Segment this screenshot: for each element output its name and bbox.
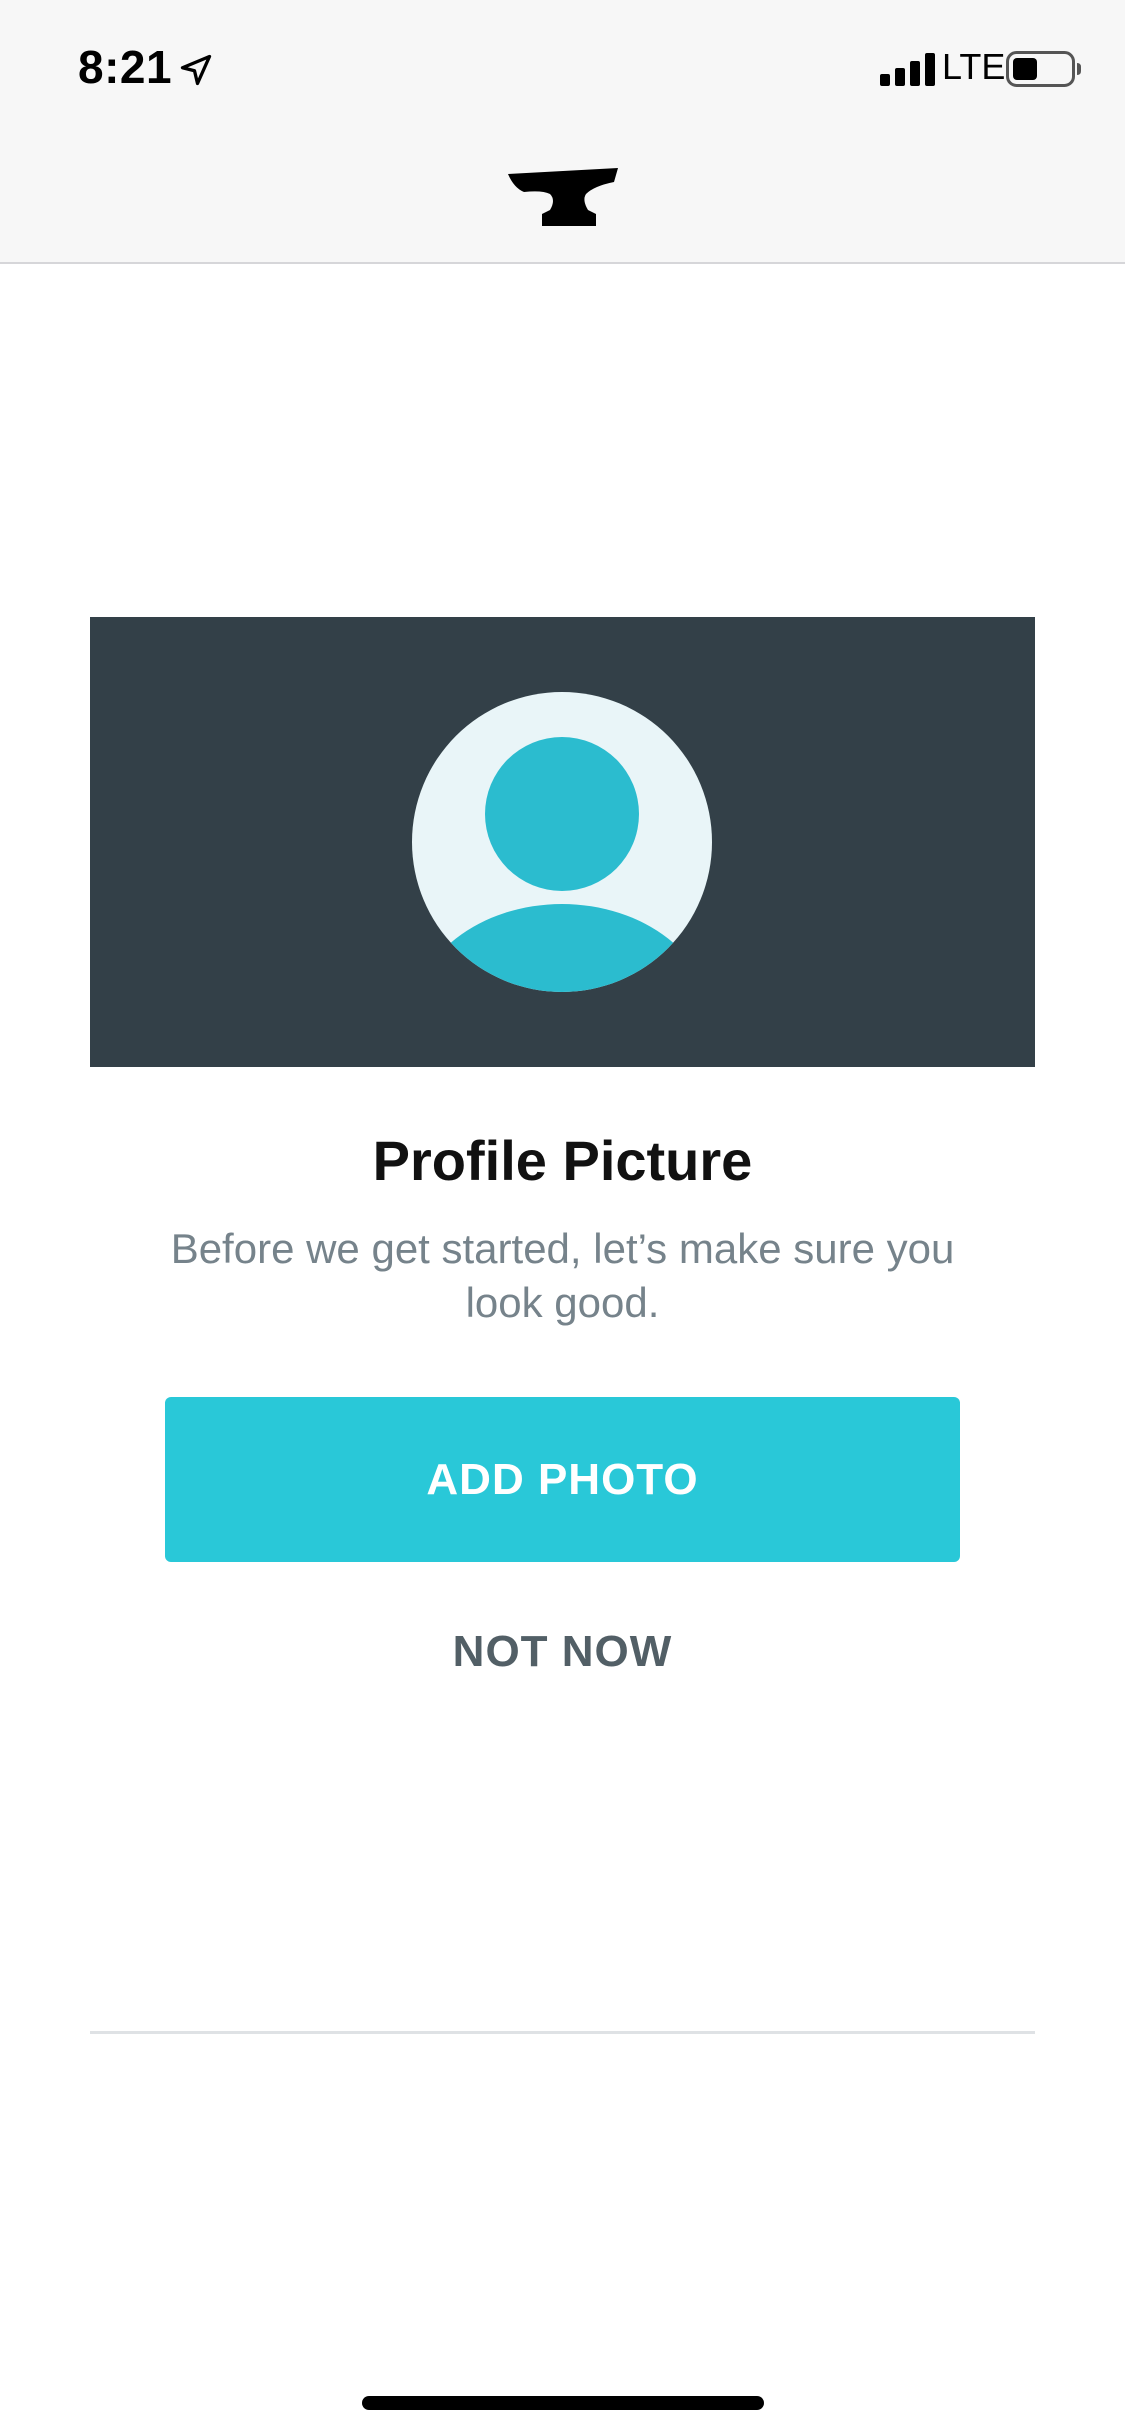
profile-picture-screen: 8:21 LTE Profile Picture Before we get s…	[0, 0, 1125, 2436]
home-indicator[interactable]	[362, 2396, 764, 2410]
add-photo-button[interactable]: ADD PHOTO	[165, 1397, 960, 1562]
avatar-placeholder-icon	[412, 692, 712, 992]
header: 8:21 LTE	[0, 0, 1125, 264]
not-now-button[interactable]: NOT NOW	[360, 1612, 765, 1692]
divider	[90, 2031, 1035, 2034]
network-type-label: LTE	[942, 46, 1006, 87]
location-arrow-icon	[180, 54, 212, 86]
battery-icon	[1006, 51, 1081, 87]
status-time: 8:21	[78, 41, 173, 93]
subtitle: Before we get started, let’s make sure y…	[170, 1225, 955, 1326]
cellular-signal-icon	[880, 53, 935, 86]
page-title: Profile Picture	[372, 1129, 753, 1192]
anvil-logo-icon	[508, 168, 618, 226]
hero-banner	[90, 617, 1035, 1067]
